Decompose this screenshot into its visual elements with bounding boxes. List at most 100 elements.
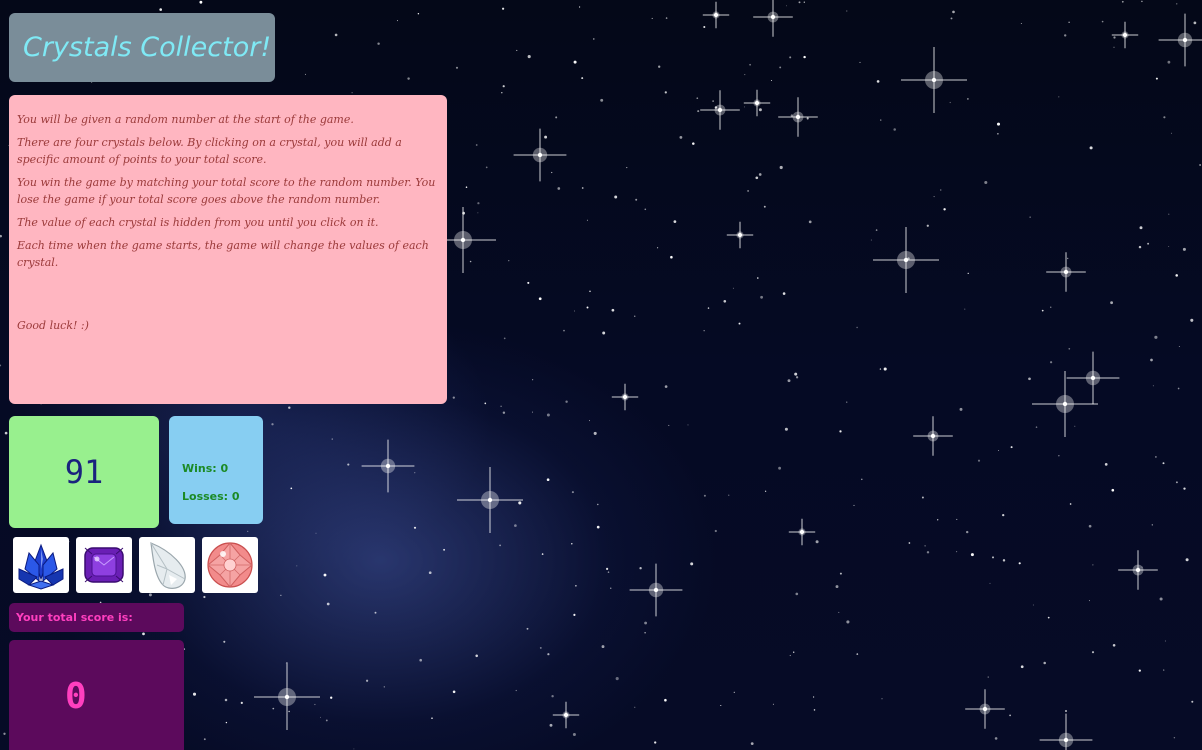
star (225, 721, 228, 724)
bright-star (743, 89, 771, 117)
star (588, 420, 591, 422)
star (838, 611, 840, 613)
star (1167, 60, 1171, 64)
instruction-paragraph: You win the game by matching your total … (17, 176, 436, 206)
star (803, 55, 806, 59)
crystal-button-pink[interactable] (202, 537, 258, 593)
bright-star (965, 689, 1005, 729)
star (786, 5, 788, 7)
star (377, 42, 380, 45)
star (673, 220, 677, 223)
star (1088, 524, 1092, 528)
bright-star (788, 518, 816, 546)
star (728, 494, 730, 496)
star (597, 503, 599, 506)
star (574, 310, 576, 312)
star (870, 239, 872, 241)
star (1112, 644, 1116, 647)
star (893, 128, 896, 131)
star (532, 379, 534, 381)
star (601, 645, 605, 649)
instruction-paragraph: Each time when the game starts, the game… (17, 239, 429, 269)
star (589, 290, 591, 293)
star (1068, 21, 1070, 24)
star (1150, 358, 1153, 362)
star (658, 65, 661, 68)
star (732, 287, 734, 289)
star (581, 77, 584, 80)
star (419, 658, 423, 662)
star (1155, 456, 1157, 458)
crystal-button-clear[interactable] (139, 537, 195, 593)
star (1074, 425, 1076, 427)
star (285, 662, 288, 665)
star (757, 277, 759, 279)
star (815, 540, 819, 544)
star (933, 196, 935, 198)
star (1193, 21, 1197, 25)
star (1191, 700, 1194, 703)
star (1064, 34, 1067, 37)
page-title: Crystals Collector! (23, 32, 272, 63)
star (431, 717, 433, 720)
star (396, 20, 398, 22)
star (1175, 274, 1178, 277)
crystal-button-blue[interactable] (13, 537, 69, 593)
star (596, 525, 600, 529)
star (240, 701, 243, 705)
bright-star (913, 416, 953, 456)
star (1151, 524, 1153, 526)
star (856, 326, 858, 329)
star (573, 60, 577, 64)
star (949, 101, 951, 104)
star (1199, 164, 1201, 166)
star (1020, 22, 1022, 24)
star (614, 195, 618, 199)
star (417, 12, 420, 15)
star (428, 571, 432, 575)
star (760, 295, 764, 299)
star (330, 696, 333, 699)
star (959, 407, 963, 411)
star (142, 632, 145, 636)
star (697, 110, 700, 113)
bright-star (1158, 13, 1202, 67)
star (1020, 665, 1024, 669)
star (224, 698, 228, 702)
star (664, 91, 667, 94)
star (956, 551, 958, 553)
star (758, 108, 762, 112)
star (644, 208, 647, 211)
star (581, 187, 584, 189)
star (586, 219, 588, 221)
star (1035, 426, 1038, 428)
star (1058, 96, 1060, 98)
star (546, 413, 550, 417)
star (499, 544, 501, 547)
star (1088, 600, 1090, 602)
star (806, 117, 809, 120)
crystal-button-purple[interactable] (76, 537, 132, 593)
star (290, 487, 293, 490)
star (541, 553, 544, 555)
star (326, 602, 330, 606)
star (199, 0, 203, 4)
star (1163, 669, 1165, 671)
star (835, 585, 839, 589)
star (1190, 318, 1194, 322)
star (690, 562, 694, 566)
star (1183, 487, 1186, 490)
star (465, 186, 468, 188)
star (575, 584, 577, 587)
star (967, 98, 969, 100)
star (940, 189, 942, 191)
bright-star (1066, 351, 1120, 405)
star (374, 611, 377, 614)
star (879, 368, 882, 370)
star (296, 565, 298, 567)
star (1185, 558, 1189, 562)
star (967, 272, 969, 274)
pink-round-crystal-icon (207, 542, 253, 588)
star (657, 247, 659, 249)
star (787, 379, 791, 383)
